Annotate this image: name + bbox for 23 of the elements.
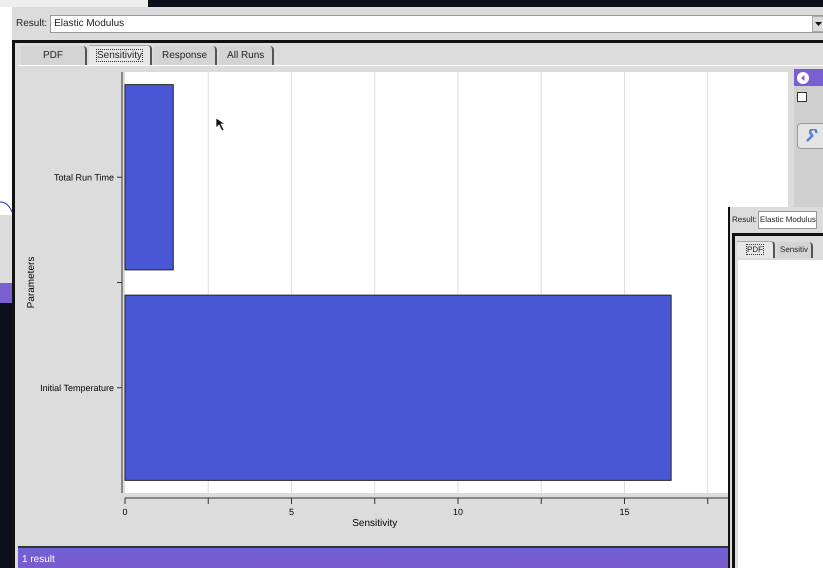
result-label: Result:	[732, 214, 757, 226]
tab[interactable]: Sensitivity	[89, 45, 152, 65]
tab[interactable]: Response	[154, 46, 218, 65]
tab[interactable]: PDF	[21, 46, 87, 65]
axis-title: Sensitivity	[352, 518, 398, 529]
result-label: Result:	[16, 17, 48, 31]
result-dropdown[interactable]: Elastic Modulus	[50, 14, 823, 32]
tab[interactable]: PDF	[737, 241, 775, 258]
tab[interactable]: Sensitiv	[777, 242, 814, 258]
tick-label: 0	[122, 507, 128, 517]
axis-title: Parameters	[26, 256, 37, 308]
result-dropdown[interactable]: Elastic Modulus	[758, 211, 817, 229]
tick-label: 5	[289, 507, 294, 517]
tick-label: 10	[453, 507, 463, 517]
category-label: Total Run Time	[54, 172, 114, 182]
wrench-button[interactable]	[797, 123, 823, 149]
collapse-icon[interactable]	[797, 72, 809, 84]
tab[interactable]: All Runs	[219, 46, 274, 65]
caret-icon	[814, 22, 822, 26]
category-label: Initial Temperature	[40, 382, 114, 393]
wrench-icon	[805, 128, 819, 143]
tick-label: 15	[620, 507, 630, 517]
checkbox[interactable]	[797, 92, 807, 102]
